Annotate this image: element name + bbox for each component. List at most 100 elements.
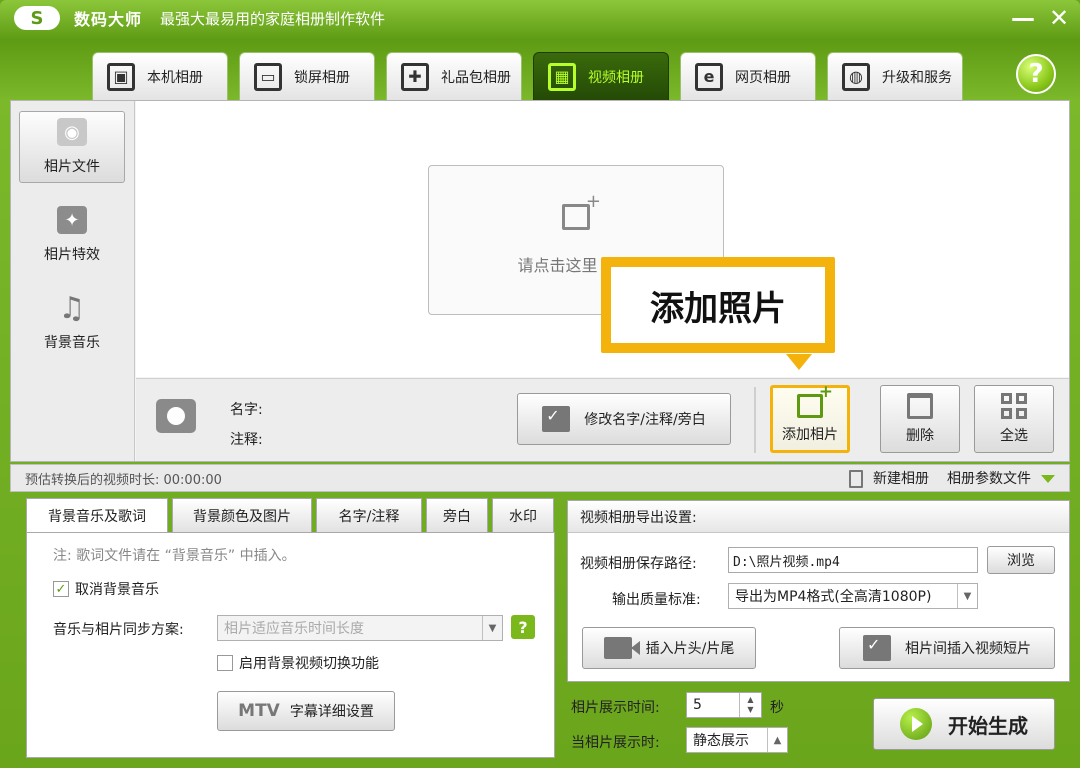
photo-album-icon: ▣ xyxy=(107,62,135,91)
tab-background[interactable]: 背景颜色及图片 xyxy=(172,498,312,532)
app-title: 数码大师 xyxy=(74,10,143,29)
main-tabs: ▣ 本机相册 ▭ 锁屏相册 ✚ 礼品包相册 ▦ 视频相册 e 网页相册 ◍ 升级… xyxy=(92,52,963,100)
camera-icon xyxy=(156,399,196,433)
delete-button-label: 删除 xyxy=(906,428,934,444)
tab-local-album[interactable]: ▣ 本机相册 xyxy=(92,52,228,100)
cancel-music-label: 取消背景音乐 xyxy=(75,582,159,598)
photo-info-bar: 名字: 注释: 修改名字/注释/旁白 添加相片 删除 全选 xyxy=(136,378,1069,461)
display-time-unit: 秒 xyxy=(770,700,784,716)
tab-label: 锁屏相册 xyxy=(294,69,350,86)
new-album-button[interactable]: 新建相册 xyxy=(849,468,929,488)
tab-video-album[interactable]: ▦ 视频相册 xyxy=(533,52,669,100)
tab-name-note[interactable]: 名字/注释 xyxy=(316,498,422,532)
music-note-icon: ♫ xyxy=(58,290,86,326)
estimated-duration: 预估转换后的视频时长: 00:00:00 xyxy=(25,472,222,488)
edit-button-label: 修改名字/注释/旁白 xyxy=(584,412,706,428)
music-settings-body: 注: 歌词文件请在 “背景音乐” 中插入。 ✓ 取消背景音乐 音乐与相片同步方案… xyxy=(26,532,555,758)
chevron-down-icon: ▼ xyxy=(957,584,977,608)
tab-narration[interactable]: 旁白 xyxy=(426,498,488,532)
title-bar: S 数码大师 最强大最易用的家庭相册制作软件 — ✕ xyxy=(0,0,1080,36)
add-photo-callout: 添加照片 xyxy=(601,257,835,353)
insert-head-tail-button[interactable]: 插入片头/片尾 xyxy=(582,627,756,669)
note-label: 注释: xyxy=(230,432,263,448)
app-window: S 数码大师 最强大最易用的家庭相册制作软件 — ✕ ▣ 本机相册 ▭ 锁屏相册… xyxy=(0,0,1080,768)
add-photo-icon xyxy=(562,191,601,230)
clip-icon xyxy=(863,635,891,661)
ie-icon: e xyxy=(695,62,723,91)
sync-label: 音乐与相片同步方案: xyxy=(53,622,184,638)
lyrics-note: 注: 歌词文件请在 “背景音乐” 中插入。 xyxy=(53,548,296,564)
edit-name-note-button[interactable]: 修改名字/注释/旁白 xyxy=(517,393,731,445)
quality-select[interactable]: 导出为MP4格式(全高清1080P) ▼ xyxy=(728,583,978,609)
sidebar-item-label: 背景音乐 xyxy=(44,335,100,351)
name-label: 名字: xyxy=(230,402,263,418)
tab-music-lyrics[interactable]: 背景音乐及歌词 xyxy=(26,498,168,532)
camera-icon: ◉ xyxy=(57,118,87,146)
subtitle-settings-label: 字幕详细设置 xyxy=(289,704,374,720)
tab-label: 本机相册 xyxy=(147,69,203,86)
play-icon xyxy=(900,708,932,740)
document-icon xyxy=(849,470,863,488)
tab-label: 网页相册 xyxy=(735,69,791,86)
divider xyxy=(754,387,756,453)
display-time-spinner[interactable]: 5 ▲ ▼ xyxy=(686,692,762,718)
sidebar-item-label: 相片文件 xyxy=(44,159,100,175)
sync-value: 相片适应音乐时间长度 xyxy=(224,621,364,637)
sync-help-icon[interactable]: ? xyxy=(511,615,535,639)
insert-video-clip-button[interactable]: 相片间插入视频短片 xyxy=(839,627,1055,669)
edit-icon xyxy=(542,406,571,432)
strip-actions: 新建相册 相册参数文件 xyxy=(849,468,1055,488)
start-generate-button[interactable]: 开始生成 xyxy=(873,698,1055,750)
tab-lockscreen-album[interactable]: ▭ 锁屏相册 xyxy=(239,52,375,100)
sidebar-item-photo-effects[interactable]: ✦ 相片特效 xyxy=(19,199,125,271)
enable-switch-checkbox[interactable]: 启用背景视频切换功能 xyxy=(217,653,379,673)
select-all-button[interactable]: 全选 xyxy=(974,385,1054,453)
chevron-up-icon: ▲ xyxy=(767,728,787,752)
close-button[interactable]: ✕ xyxy=(1044,4,1074,32)
tab-label: 视频相册 xyxy=(588,69,644,86)
enable-switch-label: 启用背景视频切换功能 xyxy=(239,656,379,672)
subtitle-settings-button[interactable]: MTV 字幕详细设置 xyxy=(217,691,395,731)
add-button-label: 添加相片 xyxy=(782,427,838,443)
effects-icon: ✦ xyxy=(57,206,87,234)
display-time-value: 5 xyxy=(693,697,702,713)
tab-gift-album[interactable]: ✚ 礼品包相册 xyxy=(386,52,522,100)
display-mode-value: 静态展示 xyxy=(693,733,749,749)
mtv-logo: MTV xyxy=(238,701,280,721)
grid-icon xyxy=(1001,393,1027,419)
tab-watermark[interactable]: 水印 xyxy=(492,498,554,532)
sidebar-item-background-music[interactable]: ♫ 背景音乐 xyxy=(19,287,125,359)
callout-arrow xyxy=(786,354,812,370)
chevron-down-icon xyxy=(1041,475,1055,483)
video-camera-icon xyxy=(603,637,640,659)
sync-select[interactable]: 相片适应音乐时间长度 ▼ xyxy=(217,615,503,641)
minimize-button[interactable]: — xyxy=(1008,4,1038,32)
spinner-arrows-icon[interactable]: ▲ ▼ xyxy=(739,693,761,717)
gift-icon: ✚ xyxy=(401,62,429,91)
app-logo: S xyxy=(14,6,60,30)
display-mode-select[interactable]: 静态展示 ▲ xyxy=(686,727,788,753)
insert-head-tail-label: 插入片头/片尾 xyxy=(645,641,735,657)
album-params-button[interactable]: 相册参数文件 xyxy=(947,468,1055,488)
help-icon[interactable]: ? xyxy=(1016,54,1056,94)
browse-button[interactable]: 浏览 xyxy=(987,546,1055,574)
cancel-music-checkbox[interactable]: ✓ 取消背景音乐 xyxy=(53,579,159,599)
sidebar-item-label: 相片特效 xyxy=(44,247,100,263)
save-path-label: 视频相册保存路径: xyxy=(580,556,697,572)
music-settings-panel: 背景音乐及歌词 背景颜色及图片 名字/注释 旁白 水印 注: 歌词文件请在 “背… xyxy=(10,498,555,758)
trash-icon xyxy=(907,393,933,419)
film-icon: ▦ xyxy=(548,62,576,91)
app-subtitle: 最强大最易用的家庭相册制作软件 xyxy=(160,9,386,28)
settings-tabs: 背景音乐及歌词 背景颜色及图片 名字/注释 旁白 水印 xyxy=(26,498,554,532)
album-params-label: 相册参数文件 xyxy=(947,471,1031,487)
sidebar: ◉ 相片文件 ✦ 相片特效 ♫ 背景音乐 xyxy=(11,101,135,461)
tab-web-album[interactable]: e 网页相册 xyxy=(680,52,816,100)
delete-button[interactable]: 删除 xyxy=(880,385,960,453)
sidebar-item-photo-files[interactable]: ◉ 相片文件 xyxy=(19,111,125,183)
export-settings-title: 视频相册导出设置: xyxy=(568,501,1069,533)
tab-label: 礼品包相册 xyxy=(441,69,511,86)
save-path-input[interactable]: D:\照片视频.mp4 xyxy=(728,547,978,573)
tab-upgrade-service[interactable]: ◍ 升级和服务 xyxy=(827,52,963,100)
add-photo-icon xyxy=(797,382,833,418)
add-photo-button[interactable]: 添加相片 xyxy=(770,382,850,453)
